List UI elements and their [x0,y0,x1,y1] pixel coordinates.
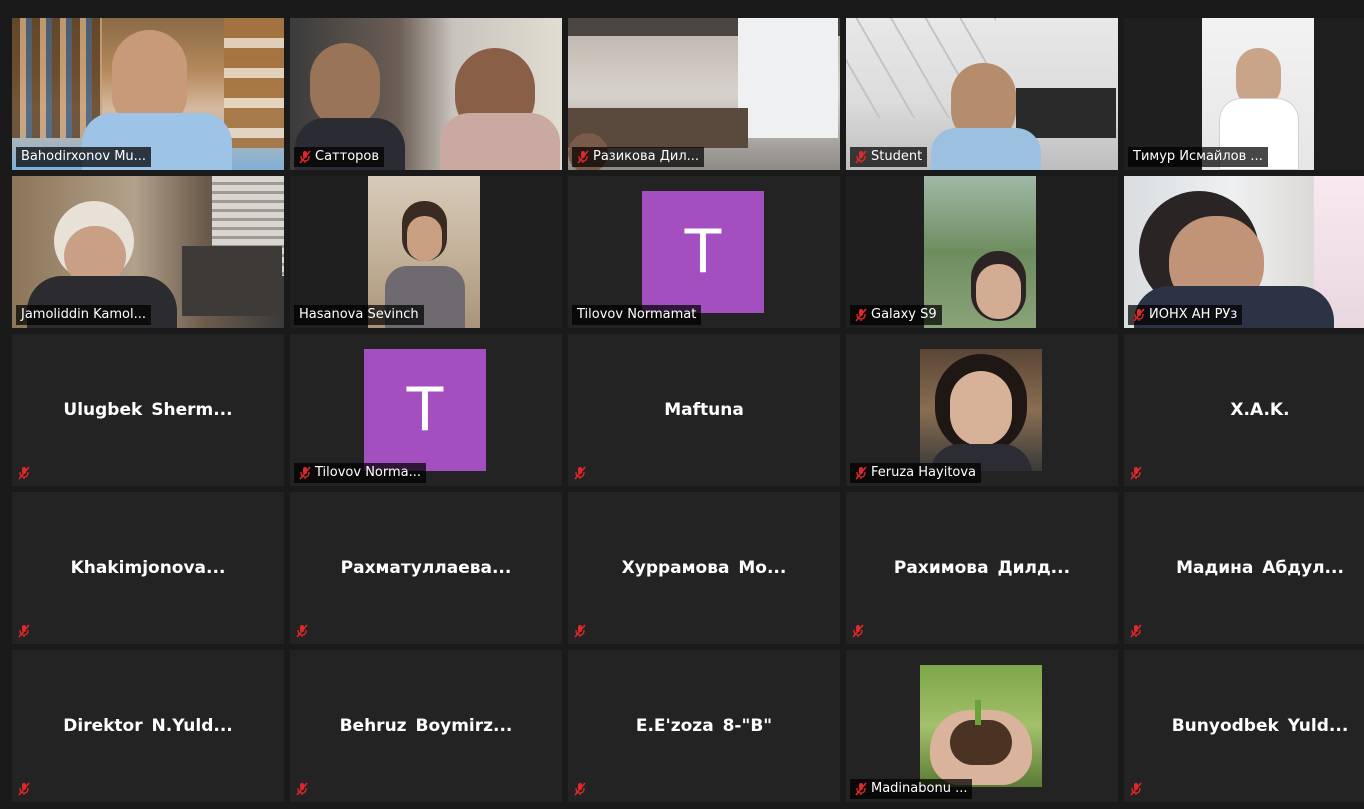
participant-name: Разикова Дил... [593,149,700,164]
participant-name: Tilovov Normamat [577,307,697,322]
muted-mic-icon [574,624,586,638]
participant-name: Galaxy S9 [871,307,937,322]
participant-name: Мадина Абдул... [1176,558,1344,578]
participant-tile[interactable]: Behruz Boymirz... [290,650,562,802]
muted-mic-icon [299,466,311,480]
muted-mic-icon [855,150,867,164]
muted-mic-icon [1130,782,1142,796]
participant-name-tag: Tilovov Norma... [294,463,427,483]
participant-tile[interactable]: Madinabonu ... [846,650,1118,802]
participant-tile[interactable]: Khakimjonova... [12,492,284,644]
video-grid: Bahodirxonov Mu... Сатторов Разикова Дил… [12,18,1364,809]
muted-mic-icon [1133,308,1145,322]
avatar: T [642,191,764,313]
participant-name: Рахимова Дилд... [893,558,1071,578]
profile-photo [920,349,1042,471]
participant-name: X.A.K. [1230,400,1290,420]
participant-tile[interactable]: Maftuna [568,334,840,486]
participant-name-tag: Сатторов [294,147,385,167]
participant-tile[interactable]: X.A.K. [1124,334,1364,486]
participant-tile[interactable]: Bahodirxonov Mu... [12,18,284,170]
participant-name: Direktor N.Yuld... [63,716,233,736]
participant-name: Bahodirxonov Mu... [21,149,147,164]
participant-name: Maftuna [664,400,744,420]
participant-name: Tilovov Norma... [315,465,422,480]
participant-name: Jamoliddin Kamol... [21,307,147,322]
participant-name-tag: Bahodirxonov Mu... [16,147,152,167]
participant-tile[interactable]: ИОНХ АН РУз [1124,176,1364,328]
avatar: T [364,349,486,471]
profile-photo [920,665,1042,787]
participant-name: Madinabonu ... [871,781,968,796]
participant-name: Bunyodbek Yuld... [1171,716,1349,736]
muted-mic-icon [855,308,867,322]
muted-mic-icon [299,150,311,164]
muted-mic-icon [574,466,586,480]
participant-name: Тимур Исмайлов ... [1133,149,1263,164]
participant-tile[interactable]: Student [846,18,1118,170]
participant-name: Hasanova Sevinch [299,307,419,322]
participant-tile[interactable]: Хуррамова Мо... [568,492,840,644]
participant-tile[interactable]: Тимур Исмайлов ... [1124,18,1364,170]
participant-tile[interactable]: Jamoliddin Kamol... [12,176,284,328]
participant-tile[interactable]: Мадина Абдул... [1124,492,1364,644]
participant-tile[interactable]: Ulugbek Sherm... [12,334,284,486]
participant-name: Сатторов [315,149,380,164]
participant-name: Хуррамова Мо... [621,558,787,578]
participant-name-tag: Feruza Hayitova [850,463,982,483]
muted-mic-icon [1130,624,1142,638]
participant-name: ИОНХ АН РУз [1149,307,1238,322]
muted-mic-icon [296,624,308,638]
participant-name-tag: Jamoliddin Kamol... [16,305,152,325]
participant-name: Feruza Hayitova [871,465,977,480]
participant-tile[interactable]: Разикова Дил... [568,18,840,170]
participant-tile[interactable]: T Tilovov Normamat [568,176,840,328]
participant-name: Behruz Boymirz... [339,716,513,736]
participant-name: Ulugbek Sherm... [63,400,233,420]
participant-tile[interactable]: Bunyodbek Yuld... [1124,650,1364,802]
muted-mic-icon [577,150,589,164]
muted-mic-icon [855,782,867,796]
participant-tile[interactable]: Рахматуллаева... [290,492,562,644]
participant-tile[interactable]: Galaxy S9 [846,176,1118,328]
muted-mic-icon [574,782,586,796]
participant-name-tag: Madinabonu ... [850,779,973,799]
participant-name-tag: Tilovov Normamat [572,305,702,325]
participant-name-tag: Hasanova Sevinch [294,305,424,325]
participant-tile[interactable]: Direktor N.Yuld... [12,650,284,802]
muted-mic-icon [852,624,864,638]
participant-tile[interactable]: T Tilovov Norma... [290,334,562,486]
participant-name: E.E'zoza 8-"B" [635,716,773,736]
participant-name: Khakimjonova... [70,558,226,578]
muted-mic-icon [18,466,30,480]
muted-mic-icon [18,782,30,796]
participant-name: Student [871,149,923,164]
participant-name-tag: Тимур Исмайлов ... [1128,147,1268,167]
participant-name-tag: Student [850,147,928,167]
muted-mic-icon [18,624,30,638]
participant-tile[interactable]: Рахимова Дилд... [846,492,1118,644]
participant-name-tag: ИОНХ АН РУз [1128,305,1243,325]
muted-mic-icon [855,466,867,480]
participant-tile[interactable]: Feruza Hayitova [846,334,1118,486]
participant-name-tag: Galaxy S9 [850,305,942,325]
participant-tile[interactable]: E.E'zoza 8-"B" [568,650,840,802]
muted-mic-icon [1130,466,1142,480]
participant-tile[interactable]: Сатторов [290,18,562,170]
participant-name-tag: Разикова Дил... [572,147,705,167]
participant-tile[interactable]: Hasanova Sevinch [290,176,562,328]
muted-mic-icon [296,782,308,796]
participant-name: Рахматуллаева... [340,558,512,578]
